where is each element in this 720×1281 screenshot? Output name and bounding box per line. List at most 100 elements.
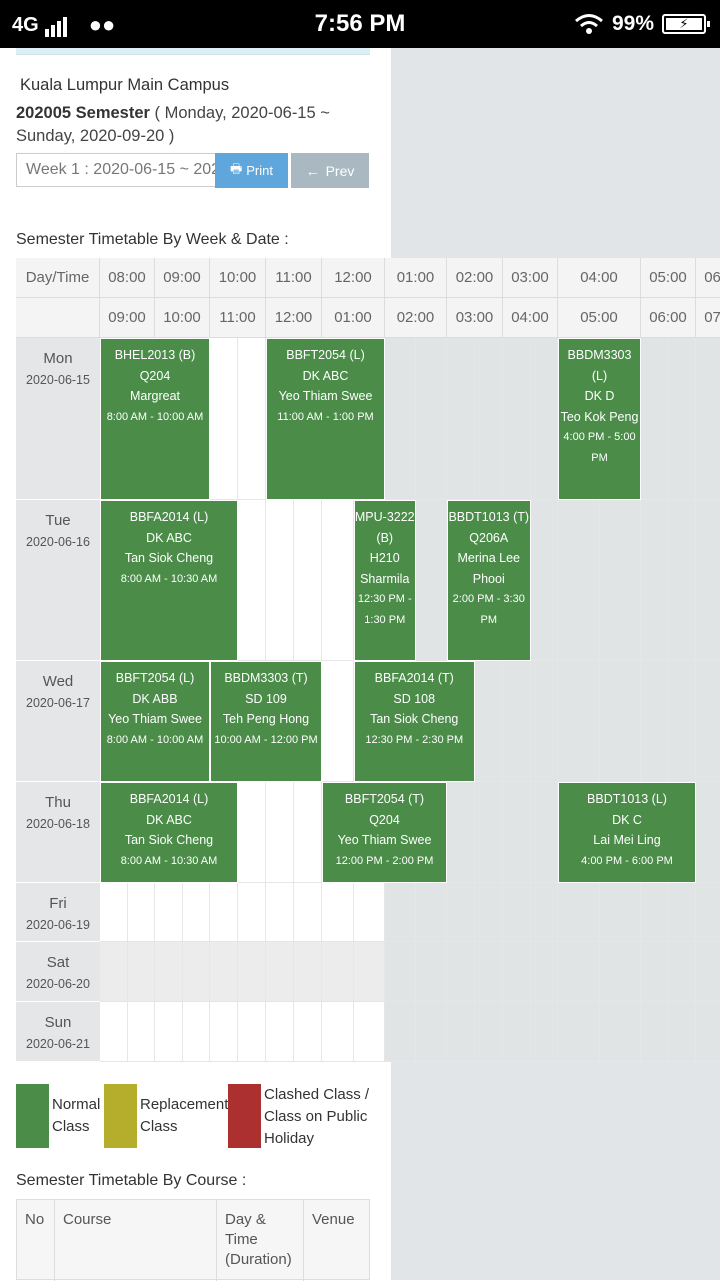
time-slot[interactable]	[558, 500, 600, 661]
time-slot[interactable]	[294, 782, 322, 883]
time-slot[interactable]	[530, 338, 558, 500]
class-block[interactable]: BBDT1013 (T) Q206A Merina Lee Phooi 2:00 PM…	[447, 500, 531, 661]
time-slot[interactable]	[210, 338, 238, 500]
time-slot[interactable]	[416, 883, 447, 942]
prev-button[interactable]: ← Prev	[291, 153, 369, 188]
time-slot[interactable]	[641, 942, 669, 1002]
time-slot[interactable]	[503, 782, 531, 883]
time-slot[interactable]	[447, 782, 475, 883]
time-slot[interactable]	[668, 883, 696, 942]
class-block[interactable]: BHEL2013 (B) Q204 Margreat 8:00 AM - 10:00 …	[100, 338, 210, 500]
time-slot[interactable]	[668, 942, 696, 1002]
time-slot[interactable]	[416, 338, 447, 500]
time-slot[interactable]	[127, 942, 155, 1002]
time-slot[interactable]	[696, 942, 720, 1002]
time-slot[interactable]	[266, 883, 294, 942]
time-slot[interactable]	[503, 942, 531, 1002]
time-slot[interactable]	[503, 883, 531, 942]
time-slot[interactable]	[238, 883, 266, 942]
class-block[interactable]: MPU-3222 (B) H210 Sharmila 12:30 PM - 1:30 …	[353, 500, 416, 661]
time-slot[interactable]	[182, 942, 210, 1002]
time-slot[interactable]	[353, 942, 385, 1002]
time-slot[interactable]	[416, 1002, 447, 1062]
time-slot[interactable]	[155, 1002, 183, 1062]
time-slot[interactable]	[668, 500, 696, 661]
time-slot[interactable]	[155, 883, 183, 942]
time-slot[interactable]	[503, 338, 531, 500]
time-slot[interactable]	[668, 338, 696, 500]
time-slot[interactable]	[100, 942, 128, 1002]
time-slot[interactable]	[475, 942, 503, 1002]
time-slot[interactable]	[558, 1002, 600, 1062]
time-slot[interactable]	[530, 883, 558, 942]
time-slot[interactable]	[210, 1002, 238, 1062]
time-slot[interactable]	[385, 883, 416, 942]
time-slot[interactable]	[238, 500, 266, 661]
time-slot[interactable]	[696, 782, 720, 883]
time-slot[interactable]	[696, 338, 720, 500]
time-slot[interactable]	[416, 942, 447, 1002]
time-slot[interactable]	[266, 942, 294, 1002]
time-slot[interactable]	[385, 338, 416, 500]
time-slot[interactable]	[530, 500, 558, 661]
class-block[interactable]: BBDT1013 (L) DK C Lai Mei Ling 4:00 PM - 6:…	[558, 782, 696, 883]
class-block[interactable]: BBFA2014 (L) DK ABC Tan Siok Cheng 8:00 AM …	[100, 782, 238, 883]
time-slot[interactable]	[475, 883, 503, 942]
time-slot[interactable]	[558, 883, 600, 942]
time-slot[interactable]	[558, 942, 600, 1002]
time-slot[interactable]	[266, 782, 294, 883]
time-slot[interactable]	[294, 942, 322, 1002]
time-slot[interactable]	[696, 661, 720, 782]
time-slot[interactable]	[447, 942, 475, 1002]
time-slot[interactable]	[503, 661, 531, 782]
time-slot[interactable]	[322, 942, 354, 1002]
time-slot[interactable]	[530, 782, 558, 883]
time-slot[interactable]	[599, 661, 641, 782]
time-slot[interactable]	[530, 661, 558, 782]
time-slot[interactable]	[599, 942, 641, 1002]
time-slot[interactable]	[475, 1002, 503, 1062]
time-slot[interactable]	[599, 883, 641, 942]
time-slot[interactable]	[641, 883, 669, 942]
time-slot[interactable]	[475, 782, 503, 883]
time-slot[interactable]	[322, 1002, 354, 1062]
time-slot[interactable]	[238, 338, 266, 500]
time-slot[interactable]	[294, 883, 322, 942]
time-slot[interactable]	[668, 661, 696, 782]
time-slot[interactable]	[353, 883, 385, 942]
time-slot[interactable]	[641, 661, 669, 782]
time-slot[interactable]	[182, 1002, 210, 1062]
time-slot[interactable]	[100, 1002, 128, 1062]
time-slot[interactable]	[447, 338, 475, 500]
class-block[interactable]: BBFT2054 (T) Q204 Yeo Thiam Swee 12:00 PM -…	[322, 782, 447, 883]
time-slot[interactable]	[668, 1002, 696, 1062]
time-slot[interactable]	[696, 500, 720, 661]
time-slot[interactable]	[294, 1002, 322, 1062]
class-block[interactable]: BBDM3303 (T) SD 109 Teh Peng Hong 10:00 AM …	[210, 661, 322, 782]
time-slot[interactable]	[127, 883, 155, 942]
class-block[interactable]: BBFA2014 (T) SD 108 Tan Siok Cheng 12:30 PM…	[353, 661, 475, 782]
time-slot[interactable]	[210, 942, 238, 1002]
print-button[interactable]: 🖶 Print	[215, 153, 288, 188]
class-block[interactable]: BBDM3303 (L) DK D Teo Kok Peng 4:00 PM - 5:…	[558, 338, 641, 500]
time-slot[interactable]	[641, 1002, 669, 1062]
time-slot[interactable]	[447, 883, 475, 942]
time-slot[interactable]	[182, 883, 210, 942]
class-block[interactable]: BBFT2054 (L) DK ABB Yeo Thiam Swee 8:00 AM …	[100, 661, 210, 782]
time-slot[interactable]	[322, 661, 354, 782]
time-slot[interactable]	[599, 1002, 641, 1062]
time-slot[interactable]	[530, 1002, 558, 1062]
time-slot[interactable]	[238, 1002, 266, 1062]
time-slot[interactable]	[599, 500, 641, 661]
class-block[interactable]: BBFT2054 (L) DK ABC Yeo Thiam Swee 11:00 AM…	[266, 338, 385, 500]
time-slot[interactable]	[238, 942, 266, 1002]
time-slot[interactable]	[385, 1002, 416, 1062]
time-slot[interactable]	[127, 1002, 155, 1062]
time-slot[interactable]	[266, 1002, 294, 1062]
time-slot[interactable]	[266, 500, 294, 661]
time-slot[interactable]	[238, 782, 266, 883]
time-slot[interactable]	[416, 500, 447, 661]
time-slot[interactable]	[294, 500, 322, 661]
time-slot[interactable]	[641, 500, 669, 661]
time-slot[interactable]	[558, 661, 600, 782]
